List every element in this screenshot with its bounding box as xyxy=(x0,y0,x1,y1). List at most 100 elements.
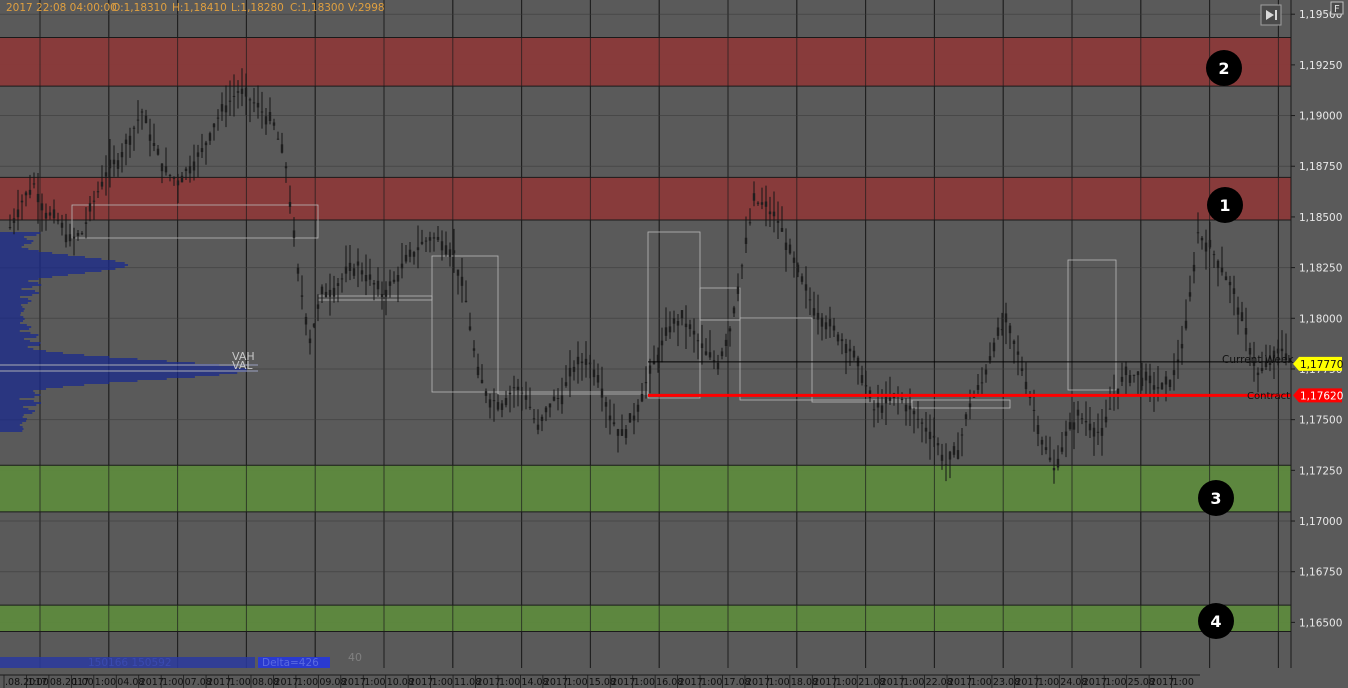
candle-body xyxy=(408,249,412,257)
candle-body xyxy=(216,117,220,119)
candle-body xyxy=(116,160,120,169)
candle-body xyxy=(808,299,812,301)
candle-body xyxy=(1008,325,1012,334)
candle-body xyxy=(580,361,584,364)
current-week-label: Current Week xyxy=(1222,354,1294,366)
time-tick-label: 2017 xyxy=(611,677,635,688)
candle-body xyxy=(352,268,356,276)
candle-body xyxy=(936,443,940,446)
candle-body xyxy=(32,183,36,185)
candle-body xyxy=(464,300,468,303)
corner-label: F xyxy=(1334,4,1340,15)
candle-body xyxy=(660,340,664,346)
candle-body xyxy=(72,236,76,239)
time-tick-label: 1:00 xyxy=(432,677,453,688)
time-tick-label: 2017 xyxy=(948,677,972,688)
candle-body xyxy=(1076,409,1080,416)
candle-body xyxy=(740,265,744,267)
candle-body xyxy=(708,352,712,358)
time-tick-label: 2017 xyxy=(881,677,905,688)
candle-body xyxy=(1232,288,1236,294)
candle-body xyxy=(908,405,912,410)
candle-body xyxy=(388,281,392,286)
candle-body xyxy=(448,249,452,257)
candle-body xyxy=(752,193,756,201)
time-tick-label: 2017 xyxy=(679,677,703,688)
candle-body xyxy=(776,220,780,223)
candle-body xyxy=(44,212,48,219)
candle-body xyxy=(988,356,992,361)
candle-body xyxy=(540,416,544,422)
time-axis[interactable]: .08.20171:0008.20171:001:0004.0820171:00… xyxy=(0,674,1200,688)
candle-body xyxy=(1060,447,1064,452)
candle-body xyxy=(308,338,312,344)
candle-body xyxy=(1012,340,1016,344)
candle-body xyxy=(232,95,236,97)
candle-body xyxy=(340,278,344,280)
candle-body xyxy=(472,348,476,351)
time-tick-label: 1:00 xyxy=(364,677,385,688)
time-tick-label: 1:00 xyxy=(499,677,520,688)
candle-body xyxy=(832,325,836,331)
candle-body xyxy=(964,414,968,419)
candle-body xyxy=(300,295,304,297)
header-close: C:1,18300 xyxy=(290,2,344,14)
price-chart[interactable]: 1,195001,192501,190001,187501,185001,182… xyxy=(0,0,1348,688)
candle-body xyxy=(332,287,336,297)
price-axis[interactable]: 1,195001,192501,190001,187501,185001,182… xyxy=(1290,0,1348,688)
candle-body xyxy=(960,434,964,436)
candle-body xyxy=(600,388,604,398)
candle-body xyxy=(324,291,328,297)
candle-body xyxy=(444,245,448,255)
header-low: L:1,18280 xyxy=(231,2,284,14)
scroll-to-end-button[interactable] xyxy=(1260,4,1282,26)
current-week-price-tag: 1,17770 xyxy=(1300,359,1343,371)
candle-body xyxy=(848,348,852,352)
candle-body xyxy=(824,322,828,330)
candle-body xyxy=(804,284,808,291)
candle-body xyxy=(984,369,988,375)
candle-body xyxy=(280,144,284,153)
candle-body xyxy=(520,392,524,394)
candle-body xyxy=(556,398,560,400)
candle-body xyxy=(108,159,112,169)
candle-body xyxy=(1084,421,1088,423)
candle-body xyxy=(500,403,504,410)
candle-body xyxy=(968,403,972,408)
candle-body xyxy=(312,323,316,327)
candle-body xyxy=(880,405,884,413)
candle-body xyxy=(292,230,296,238)
candle-body xyxy=(1124,366,1128,376)
corner-menu-button[interactable]: F xyxy=(1330,1,1344,15)
candle-body xyxy=(1208,239,1212,248)
candle-body xyxy=(288,202,292,207)
candle-body xyxy=(1156,387,1160,389)
candle-body xyxy=(688,324,692,330)
candle-body xyxy=(636,404,640,412)
candle-body xyxy=(1240,312,1244,321)
candle-body xyxy=(128,135,132,145)
candle-body xyxy=(828,319,832,327)
delta-text: Delta=426 xyxy=(262,657,319,669)
price-tick-label: 1,18500 xyxy=(1299,212,1342,224)
candle-body xyxy=(664,327,668,336)
candle-body xyxy=(788,244,792,254)
val-label: VAL xyxy=(232,359,253,372)
candle-body xyxy=(36,193,40,203)
candle-body xyxy=(552,396,556,401)
candle-body xyxy=(396,275,400,282)
candle-body xyxy=(912,410,916,415)
candle-body xyxy=(816,312,820,320)
header-date: 2017 22:08 04:00:00 xyxy=(6,2,117,14)
candle-body xyxy=(316,304,320,309)
candle-body xyxy=(1148,375,1152,384)
candle-body xyxy=(200,148,204,153)
candle-body xyxy=(1228,281,1232,286)
candle-body xyxy=(1180,343,1184,349)
candle-body xyxy=(1080,418,1084,420)
candle-body xyxy=(496,402,500,410)
candle-body xyxy=(432,237,436,239)
time-tick-label: 2017 xyxy=(1083,677,1107,688)
chart-background xyxy=(0,0,1348,688)
candle-body xyxy=(1120,376,1124,382)
